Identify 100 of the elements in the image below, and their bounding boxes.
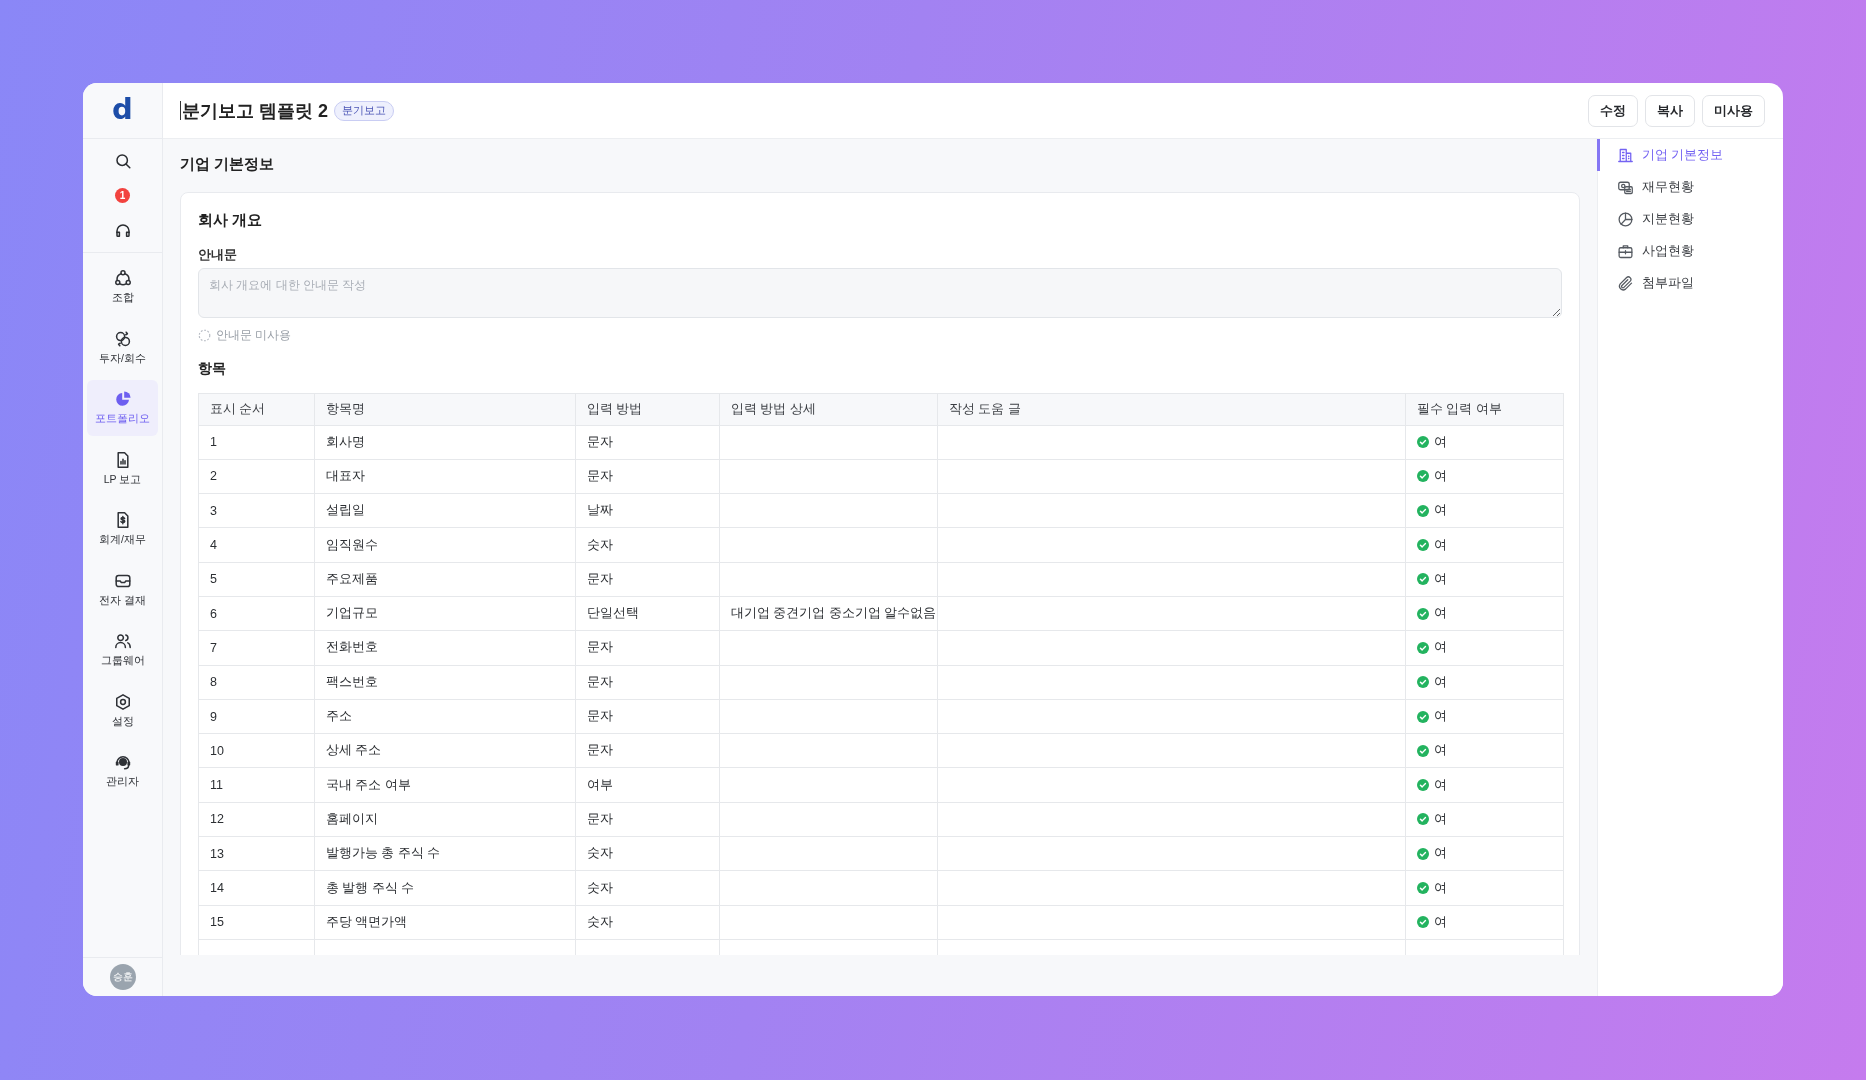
- table-cell: 6: [198, 596, 315, 631]
- table-cell: 12: [198, 802, 315, 837]
- table-cell: 3: [198, 493, 315, 528]
- deactivate-button[interactable]: 미사용: [1702, 94, 1765, 127]
- field-label: 안내문: [198, 247, 238, 264]
- notification-button[interactable]: 1: [102, 178, 143, 213]
- category-badge: 분기보고: [334, 100, 394, 121]
- table-cell: 문자: [575, 733, 720, 768]
- column-header: 입력 방법: [575, 393, 720, 425]
- table-title: 항목: [198, 359, 227, 378]
- required-label: 여: [1434, 570, 1447, 588]
- column-header: 항목명: [314, 393, 576, 425]
- table-cell: 대표자: [314, 459, 576, 494]
- required-label: 여: [1434, 708, 1447, 725]
- pie-chart-icon: [114, 391, 131, 408]
- section-nav-item[interactable]: 첨부파일: [1597, 267, 1783, 299]
- required-label: 여: [1434, 536, 1447, 554]
- required-label: 여: [1434, 605, 1447, 623]
- required-label: 여: [1434, 502, 1447, 520]
- invoice-icon: [114, 512, 131, 529]
- table-cell: 문자: [575, 425, 720, 460]
- sidebar-item[interactable]: 관리자: [87, 743, 158, 799]
- cash-icon: [1618, 179, 1633, 195]
- table-cell: 숫자: [575, 870, 720, 906]
- required-label: 여: [1434, 433, 1447, 451]
- table-cell: 숫자: [575, 836, 720, 871]
- required-label: 여: [1434, 913, 1447, 931]
- sidebar-item[interactable]: 그룹웨어: [87, 622, 158, 678]
- section-nav-item[interactable]: 지분현황: [1597, 203, 1783, 235]
- required-label: 여: [1434, 810, 1447, 828]
- required-label: 여: [1434, 639, 1447, 657]
- settings-icon: [114, 693, 131, 710]
- table-cell: 임직원수: [314, 527, 576, 563]
- table-cell: 7: [198, 630, 315, 666]
- notification-badge: 1: [115, 188, 130, 203]
- column-header: 입력 방법 상세: [719, 393, 938, 425]
- table-cell: 홈페이지: [314, 802, 576, 837]
- table-cell: 주요제품: [314, 562, 576, 597]
- table-cell: 발행가능 총 주식 수: [314, 836, 576, 871]
- table-cell: 숫자: [575, 527, 720, 563]
- sidebar-item[interactable]: 설정: [87, 682, 158, 739]
- sidebar-item[interactable]: 회계/재무: [87, 501, 158, 557]
- table-cell: 상세 주소: [314, 733, 576, 768]
- table-cell: 11: [198, 767, 315, 803]
- table-cell: 문자: [575, 459, 720, 494]
- table-cell: 10: [198, 733, 315, 768]
- text-cursor: [180, 101, 181, 120]
- column-header: 작성 도움 글: [937, 393, 1406, 425]
- table-cell: 날짜: [575, 493, 720, 528]
- search-icon: [114, 152, 131, 169]
- headset-person-icon: [114, 754, 131, 771]
- sidebar-item[interactable]: LP 보고: [87, 440, 158, 497]
- table-cell: 5: [198, 562, 315, 597]
- section-nav-item[interactable]: 기업 기본정보: [1597, 139, 1783, 171]
- table-cell: 1: [198, 425, 315, 460]
- report-icon: [114, 451, 131, 468]
- required-label: 여: [1434, 776, 1447, 794]
- copy-button[interactable]: 복사: [1645, 94, 1695, 127]
- table-cell: 숫자: [575, 905, 720, 940]
- table-cell: 2: [198, 459, 315, 494]
- sidebar-item[interactable]: 투자/회수: [87, 319, 158, 376]
- table-cell: 4: [198, 527, 315, 563]
- table-cell: 문자: [575, 665, 720, 700]
- table-cell: 주소: [314, 699, 576, 734]
- table-cell: 회사명: [314, 425, 576, 460]
- table-cell: 문자: [575, 699, 720, 734]
- building-icon: [1618, 147, 1633, 163]
- table-cell: 문자: [575, 802, 720, 837]
- template-title: 분기보고 템플릿 2: [182, 99, 328, 123]
- sidebar-item[interactable]: 조합: [87, 259, 158, 315]
- pie-chart-icon: [1618, 211, 1633, 227]
- table-cell: 기업규모: [314, 596, 576, 631]
- table-cell: 대기업 중견기업 중소기업 알수없음: [719, 596, 938, 631]
- paperclip-icon: [1618, 275, 1633, 291]
- table-cell: 여부: [575, 767, 720, 803]
- required-label: 여: [1434, 467, 1447, 485]
- logo[interactable]: d: [112, 94, 133, 127]
- section-nav-item[interactable]: 사업현황: [1597, 235, 1783, 267]
- table-cell: 총 발행 주식 수: [314, 870, 576, 906]
- table-cell: 15: [198, 905, 315, 940]
- table-cell: 14: [198, 870, 315, 906]
- sidebar-item[interactable]: 전자 결재: [87, 561, 158, 618]
- users-icon: [114, 633, 131, 650]
- table-cell: 설립일: [314, 493, 576, 528]
- table-cell: 단일선택: [575, 596, 720, 631]
- sidebar-item[interactable]: 포트폴리오: [87, 380, 158, 436]
- nodes-icon: [114, 270, 131, 287]
- required-label: 여: [1434, 845, 1447, 863]
- required-label: 여: [1434, 673, 1447, 691]
- notice-input[interactable]: 회사 개요에 대한 안내문 작성: [198, 268, 1562, 318]
- table-cell: 9: [198, 699, 315, 734]
- table-cell: 국내 주소 여부: [314, 767, 576, 803]
- required-label: 여: [1434, 742, 1447, 760]
- table-cell: 8: [198, 665, 315, 700]
- edit-button[interactable]: 수정: [1588, 94, 1638, 127]
- briefcase-icon: [1618, 243, 1633, 259]
- table-cell: 문자: [575, 630, 720, 666]
- linked-circles-icon: [114, 330, 131, 347]
- section-title: 기업 기본정보: [180, 154, 276, 174]
- section-nav-item[interactable]: 재무현황: [1597, 171, 1783, 203]
